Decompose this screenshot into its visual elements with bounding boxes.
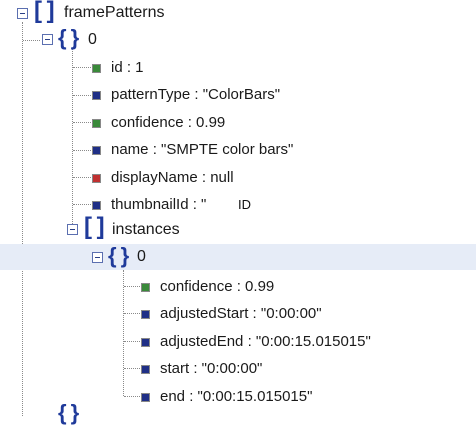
node-label: 0 [88, 31, 97, 48]
leaf-value-text: thumbnailId : " [111, 196, 207, 213]
tree-connector [23, 40, 40, 41]
object-brace-icon: { } [58, 400, 79, 425]
leaf-value-text: end : "0:00:15.015015" [160, 387, 313, 405]
tree-connector [73, 122, 91, 123]
array-bracket-icon: [ ] [84, 213, 105, 240]
node-label: framePatterns [64, 4, 165, 21]
overlay-caption: ID [238, 197, 251, 212]
leaf-value-text: confidence : 0.99 [160, 278, 275, 295]
tree-guide-instance-item [123, 270, 124, 396]
tree-connector [124, 396, 140, 397]
value-type-icon [92, 201, 101, 210]
value-type-icon [92, 146, 101, 156]
object-brace-icon: { } [58, 25, 79, 50]
tree-connector [73, 67, 91, 68]
object-brace-icon: { } [108, 243, 129, 268]
tree-connector [73, 95, 91, 96]
tree-connector [124, 313, 140, 314]
value-type-icon [92, 64, 101, 73]
value-type-icon [141, 365, 150, 375]
tree-connector [73, 150, 91, 151]
tree-connector [124, 286, 140, 287]
tree-guide-root [22, 22, 23, 416]
collapse-icon[interactable] [92, 252, 103, 263]
tree-connector [73, 204, 91, 205]
value-type-icon [141, 337, 150, 347]
collapse-icon[interactable] [67, 224, 78, 235]
leaf-value-text: patternType : "ColorBars" [111, 86, 281, 104]
array-bracket-icon: [ ] [34, 0, 55, 24]
tree-node-instance-0[interactable]: { } 0 [0, 243, 476, 270]
leaf-value-text: name : "SMPTE color bars" [111, 141, 294, 159]
value-type-icon [92, 173, 101, 183]
leaf-value-text: start : "0:00:00" [160, 360, 263, 378]
tree-connector [124, 341, 140, 342]
leaf-value-text: id : 1 [111, 59, 144, 76]
json-tree-view: [ ] framePatterns { } 0 id : 1 patternTyp… [0, 0, 476, 425]
collapse-icon[interactable] [17, 8, 28, 19]
tree-guide-pattern [72, 48, 73, 230]
leaf-value-text: adjustedStart : "0:00:00" [160, 305, 322, 323]
value-type-icon [92, 118, 101, 128]
node-label: 0 [137, 248, 146, 265]
leaf-value-text: confidence : 0.99 [111, 113, 226, 131]
collapse-icon[interactable] [42, 34, 53, 45]
value-type-icon [141, 392, 150, 402]
value-type-icon [92, 91, 101, 101]
node-label: instances [112, 221, 180, 238]
leaf-value-text: displayName : null [111, 168, 234, 186]
tree-connector [73, 177, 91, 178]
value-type-icon [141, 310, 150, 320]
leaf-value-text: adjustedEnd : "0:00:15.015015" [160, 332, 371, 350]
tree-connector [124, 368, 140, 369]
value-type-icon [141, 283, 150, 292]
